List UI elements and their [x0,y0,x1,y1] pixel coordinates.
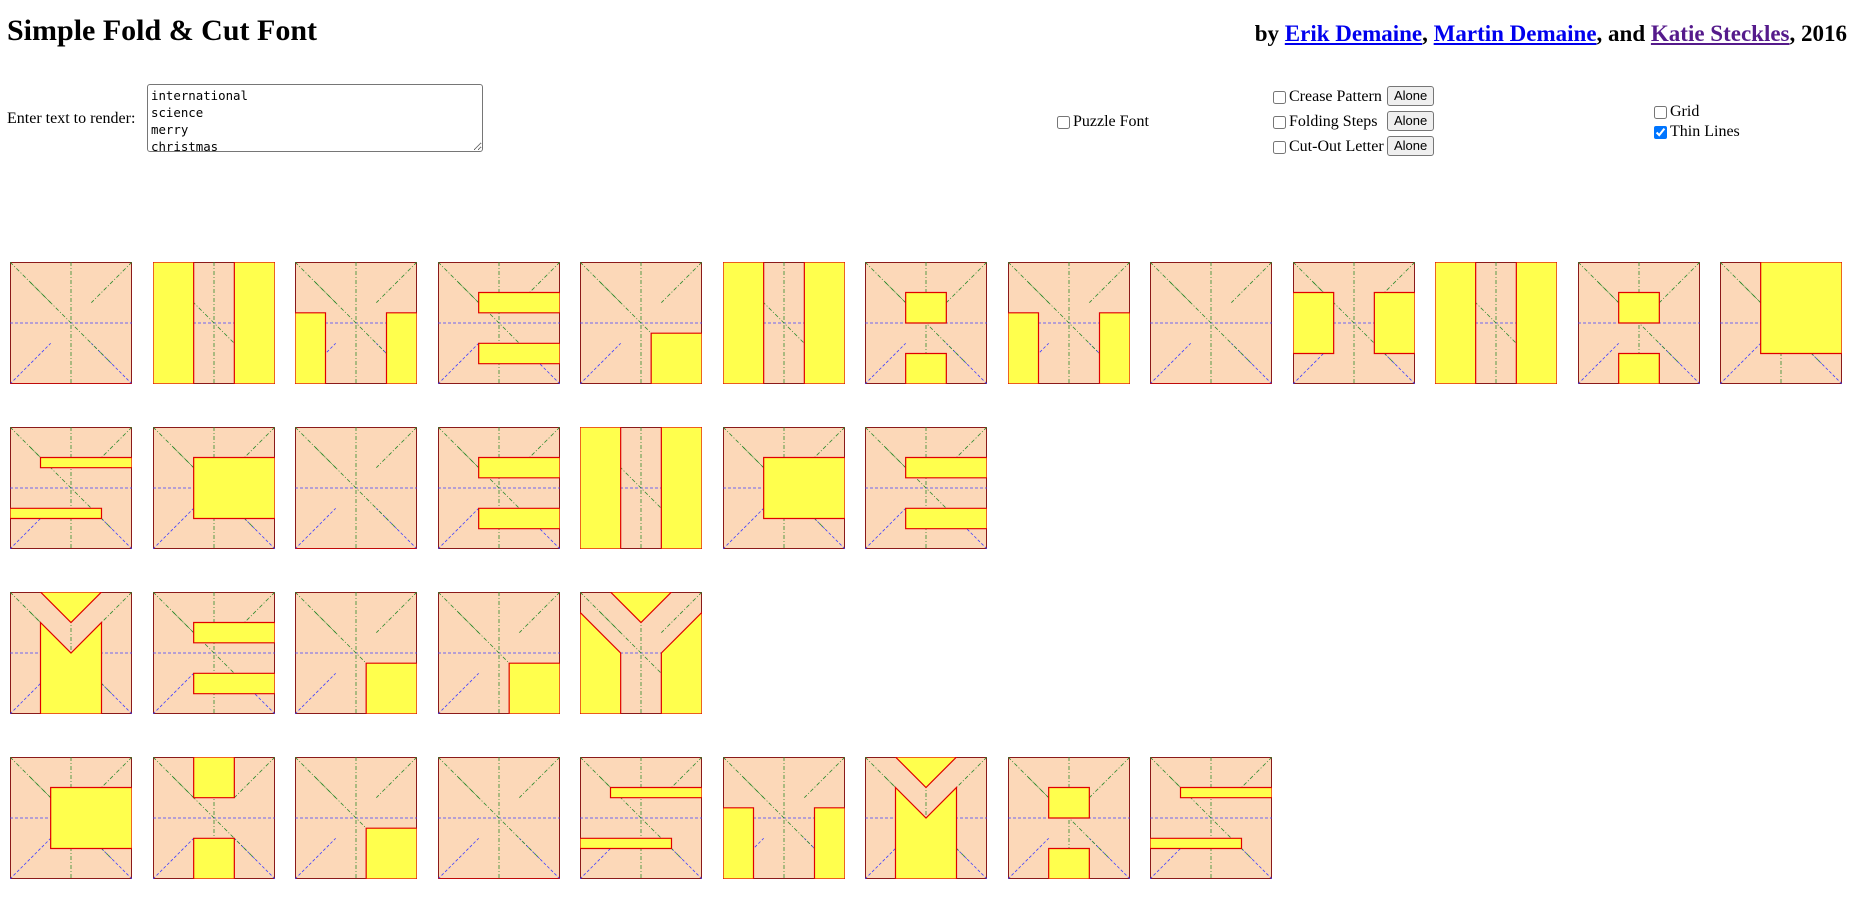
letter-tile-l [1720,262,1842,384]
thin-lines-option[interactable]: Thin Lines [1654,123,1740,141]
letter-tile-r [437,592,560,714]
letter-tile-r [580,262,702,384]
letter-tile-i [437,757,560,879]
cut-out-letter-alone-button[interactable]: Alone [1387,136,1435,156]
letter-tile-r [295,757,417,879]
letter-tile-a [1577,262,1700,384]
puzzle-font-label: Puzzle Font [1073,113,1149,130]
crease-pattern-checkbox[interactable] [1273,90,1286,104]
crease-pattern-label: Crease Pattern [1289,88,1382,105]
letter-tile-t [1007,262,1130,384]
letter-tile-h [152,757,275,879]
folding-steps-label: Folding Steps [1289,113,1378,130]
grid-option[interactable]: Grid [1654,103,1699,121]
letter-tile-t [722,757,845,879]
text-input[interactable] [147,84,483,152]
letter-tile-i [295,427,417,549]
grid-label: Grid [1670,103,1700,120]
letter-tile-s [580,757,702,879]
letter-tile-c [722,427,845,549]
crease-pattern-alone-button[interactable]: Alone [1387,86,1435,106]
page-title: Simple Fold & Cut Font [7,14,318,47]
letter-tile-e [437,262,560,384]
letter-tile-t [295,262,417,384]
author-link-martin-demaine[interactable]: Martin Demaine [1434,21,1597,46]
letter-tile-y [580,592,702,714]
byline-by: by [1254,21,1280,46]
puzzle-font-checkbox[interactable] [1057,115,1070,129]
letter-tile-n [1435,262,1557,384]
letter-tile-s [1150,757,1272,879]
letter-tile-m [10,592,132,714]
letter-tile-n [722,262,845,384]
crease-pattern-option[interactable]: Crease Pattern [1273,88,1382,106]
letter-tile-a [1007,757,1130,879]
folding-steps-checkbox[interactable] [1273,115,1286,129]
letter-tile-n [152,262,275,384]
thin-lines-checkbox[interactable] [1654,125,1667,139]
letter-tile-m [865,757,987,879]
byline-year: , 2016 [1789,21,1848,46]
letter-tile-i [1150,262,1272,384]
letter-tile-s [10,427,132,549]
folding-steps-option[interactable]: Folding Steps [1273,113,1377,131]
author-link-katie-steckles[interactable]: Katie Steckles [1651,21,1790,46]
letter-tile-c [152,427,275,549]
letter-tile-c [10,757,132,879]
byline-separator: , [1422,21,1428,46]
text-input-label: Enter text to render: [7,110,136,127]
letter-tile-r [295,592,417,714]
letter-tile-a [865,262,987,384]
letter-tile-e [865,427,987,549]
byline: by Erik Demaine, Martin Demaine, and Kat… [1255,21,1847,47]
letter-tile-e [437,427,560,549]
grid-checkbox[interactable] [1654,105,1667,119]
puzzle-font-option[interactable]: Puzzle Font [1057,113,1149,131]
author-link-erik-demaine[interactable]: Erik Demaine [1285,21,1422,46]
cut-out-letter-label: Cut-Out Letter [1289,138,1384,155]
cut-out-letter-option[interactable]: Cut-Out Letter [1273,138,1384,156]
letter-tile-o [1292,262,1415,384]
thin-lines-label: Thin Lines [1670,123,1740,140]
letter-tile-i [10,262,132,384]
byline-separator: , and [1596,21,1646,46]
letter-tile-n [580,427,702,549]
folding-steps-alone-button[interactable]: Alone [1387,111,1435,131]
cut-out-letter-checkbox[interactable] [1273,140,1286,154]
letter-tile-e [152,592,275,714]
